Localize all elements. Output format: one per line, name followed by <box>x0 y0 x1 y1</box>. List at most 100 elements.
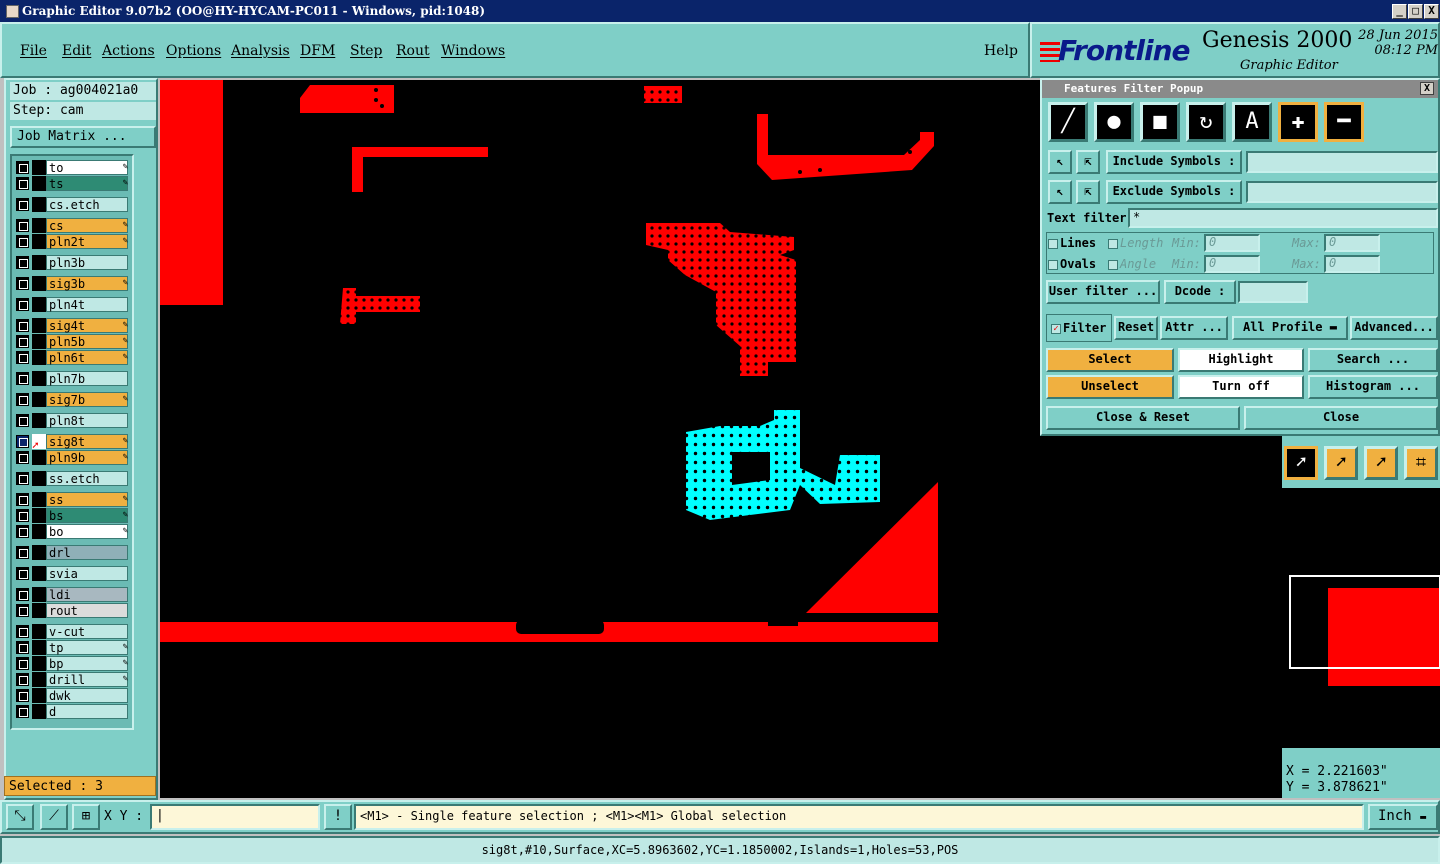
include-select-icon[interactable]: ⇱ <box>1076 150 1100 174</box>
layer-display-checkbox[interactable] <box>16 525 29 538</box>
layer-affected-icon[interactable]: ✎ <box>123 526 128 536</box>
length-max-field[interactable]: 0 <box>1324 234 1380 252</box>
layer-name[interactable]: sig4t <box>46 318 128 333</box>
selected-surface-feature[interactable] <box>686 410 880 520</box>
layer-row-ss.etch[interactable]: ss.etch <box>14 471 130 486</box>
layer-affected-icon[interactable]: ✎ <box>123 352 128 362</box>
turn-off-button[interactable]: Turn off <box>1178 375 1304 399</box>
layer-row-pln3b[interactable]: pln3b <box>14 255 130 270</box>
layer-row-to[interactable]: to ✎ <box>14 160 130 175</box>
layer-name[interactable]: sig3b <box>46 276 128 291</box>
layer-row-ss[interactable]: ss ✎ <box>14 492 130 507</box>
measure-icon[interactable]: ⟋ <box>40 804 68 830</box>
layer-name[interactable]: bp <box>46 656 128 671</box>
user-filter-button[interactable]: User filter ... <box>1046 280 1160 304</box>
layer-row-pln8t[interactable]: pln8t <box>14 413 130 428</box>
layer-row-dwk[interactable]: dwk <box>14 688 130 703</box>
layer-name[interactable]: sig7b <box>46 392 128 407</box>
layer-display-checkbox[interactable] <box>16 435 29 448</box>
layer-affected-icon[interactable]: ✎ <box>123 510 128 520</box>
layer-display-checkbox[interactable] <box>16 219 29 232</box>
layer-name[interactable]: ts <box>46 176 128 191</box>
minimize-button[interactable]: _ <box>1392 4 1407 19</box>
layer-affected-icon[interactable]: ✎ <box>123 658 128 668</box>
layer-row-ldi[interactable]: ldi <box>14 587 130 602</box>
layer-display-checkbox[interactable] <box>16 414 29 427</box>
layer-affected-icon[interactable]: ✎ <box>123 336 128 346</box>
unselect-button[interactable]: Unselect <box>1046 375 1174 399</box>
layer-row-cs[interactable]: cs ✎ <box>14 218 130 233</box>
close-button[interactable]: Close <box>1244 406 1438 430</box>
layer-name[interactable]: cs <box>46 218 128 233</box>
length-min-field[interactable]: 0 <box>1204 234 1260 252</box>
layer-row-bo[interactable]: bo ✎ <box>14 524 130 539</box>
layer-row-pln6t[interactable]: pln6t ✎ <box>14 350 130 365</box>
angle-max-field[interactable]: 0 <box>1324 255 1380 273</box>
menu-file[interactable]: File <box>20 43 47 59</box>
layer-display-checkbox[interactable] <box>16 567 29 580</box>
negative-polarity-icon[interactable]: ━ <box>1324 102 1364 142</box>
select-box-tool-icon[interactable]: ➚ <box>1324 446 1358 480</box>
layer-row-tp[interactable]: tp ✎ <box>14 640 130 655</box>
menu-analysis[interactable]: Analysis <box>231 43 290 59</box>
layer-display-checkbox[interactable] <box>16 546 29 559</box>
layer-row-pln9b[interactable]: pln9b ✎ <box>14 450 130 465</box>
text-type-icon[interactable]: A <box>1232 102 1272 142</box>
reset-button[interactable]: Reset <box>1114 316 1158 340</box>
layer-display-checkbox[interactable] <box>16 393 29 406</box>
layer-row-bs[interactable]: bs ✎ <box>14 508 130 523</box>
xy-input[interactable]: | <box>150 804 320 830</box>
grid-icon[interactable]: ⊞ <box>72 804 100 830</box>
layer-row-bp[interactable]: bp ✎ <box>14 656 130 671</box>
layer-affected-icon[interactable]: ✎ <box>123 394 128 404</box>
search-button[interactable]: Search ... <box>1308 348 1438 372</box>
include-arrow-icon[interactable]: ↖ <box>1048 150 1072 174</box>
layer-row-drill[interactable]: drill ✎ <box>14 672 130 687</box>
popup-close-icon[interactable]: X <box>1420 82 1434 95</box>
layer-display-checkbox[interactable] <box>16 372 29 385</box>
layer-name[interactable]: sig8t <box>46 434 128 449</box>
layer-row-d[interactable]: d <box>14 704 130 719</box>
layer-row-rout[interactable]: rout <box>14 603 130 618</box>
layer-display-checkbox[interactable] <box>16 256 29 269</box>
close-window-button[interactable]: X <box>1424 4 1439 19</box>
layer-display-checkbox[interactable] <box>16 689 29 702</box>
menu-dfm[interactable]: DFM <box>300 43 335 59</box>
layer-affected-icon[interactable]: ✎ <box>123 436 128 446</box>
layer-display-checkbox[interactable] <box>16 335 29 348</box>
layer-row-v-cut[interactable]: v-cut <box>14 624 130 639</box>
filter-toggle[interactable]: ✓ Filter <box>1046 314 1112 342</box>
line-type-icon[interactable]: ╱ <box>1048 102 1088 142</box>
layer-display-checkbox[interactable] <box>16 351 29 364</box>
layer-row-ts[interactable]: ts ✎ <box>14 176 130 191</box>
layer-row-pln2t[interactable]: pln2t ✎ <box>14 234 130 249</box>
layer-row-svia[interactable]: svia <box>14 566 130 581</box>
layer-name[interactable]: ss <box>46 492 128 507</box>
layer-name[interactable]: pln4t <box>46 297 128 312</box>
layer-display-checkbox[interactable] <box>16 625 29 638</box>
layer-name[interactable]: pln6t <box>46 350 128 365</box>
advanced-button[interactable]: Advanced... <box>1350 316 1438 340</box>
layer-affected-icon[interactable]: ✎ <box>123 642 128 652</box>
layer-row-sig8t[interactable]: sig8t ➚ ✎ <box>14 434 130 452</box>
angle-min-field[interactable]: 0 <box>1204 255 1260 273</box>
exclude-symbols-field[interactable] <box>1246 181 1438 203</box>
menu-help[interactable]: Help <box>984 43 1018 59</box>
layer-name[interactable]: drl <box>46 545 128 560</box>
select-net-tool-icon[interactable]: ⌗ <box>1404 446 1438 480</box>
layer-name[interactable]: tp <box>46 640 128 655</box>
layer-name[interactable]: svia <box>46 566 128 581</box>
layer-display-checkbox[interactable] <box>16 588 29 601</box>
layer-name[interactable]: bo <box>46 524 128 539</box>
pad-type-icon[interactable]: ● <box>1094 102 1134 142</box>
attr-button[interactable]: Attr ... <box>1160 316 1228 340</box>
pointer-tool-icon[interactable]: ➚ <box>1284 446 1318 480</box>
menu-actions[interactable]: Actions <box>102 43 155 59</box>
zoom-home-icon[interactable]: ⤡ <box>6 804 34 830</box>
layer-name[interactable]: pln2t <box>46 234 128 249</box>
layer-name[interactable]: v-cut <box>46 624 128 639</box>
ovals-checkbox[interactable]: Ovals <box>1048 257 1096 271</box>
layer-affected-icon[interactable]: ✎ <box>123 494 128 504</box>
layer-name[interactable]: drill <box>46 672 128 687</box>
include-symbols-button[interactable]: Include Symbols : <box>1106 150 1242 174</box>
